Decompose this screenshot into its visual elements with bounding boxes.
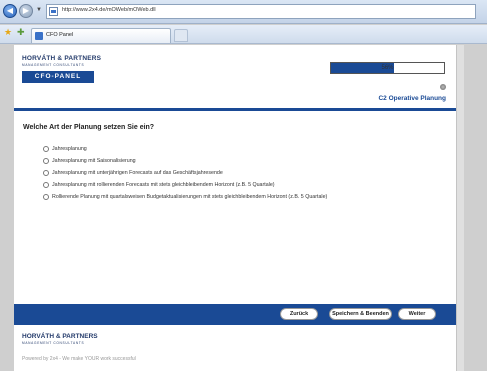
tab-title: CFO Panel bbox=[46, 32, 74, 38]
url-text: http://www.2x4.de/mOWeb/mOWeb.dll bbox=[62, 7, 156, 13]
option-label: Jahresplanung mit rollierenden Forecasts… bbox=[52, 182, 275, 188]
logo-name: HORVÁTH & PARTNERS bbox=[22, 55, 102, 62]
browser-window: ◀ ▶ ▼ http://www.2x4.de/mOWeb/mOWeb.dll … bbox=[0, 0, 487, 371]
logo-subtitle: MANAGEMENT CONSULTANTS bbox=[22, 63, 85, 67]
url-input[interactable]: http://www.2x4.de/mOWeb/mOWeb.dll bbox=[46, 4, 476, 19]
tab-bar: ★ ✚ CFO Panel bbox=[0, 25, 487, 44]
footer-logo: HORVÁTH & PARTNERS MANAGEMENT CONSULTANT… bbox=[22, 333, 98, 345]
panel-label: CFO-PANEL bbox=[22, 71, 94, 83]
progress-bar: 56% bbox=[330, 62, 445, 74]
print-icon[interactable] bbox=[440, 84, 446, 90]
footer-logo-name: HORVÁTH & PARTNERS bbox=[22, 333, 98, 340]
option-label: Jahresplanung bbox=[52, 146, 87, 152]
new-tab-button[interactable] bbox=[174, 29, 188, 42]
scrollbar[interactable] bbox=[456, 45, 464, 371]
save-and-exit-button[interactable]: Speichern & Beenden bbox=[329, 308, 392, 320]
history-dropdown-icon[interactable]: ▼ bbox=[36, 7, 42, 13]
button-bar: Zurück Speichern & Beenden Weiter bbox=[14, 304, 456, 325]
radio-button[interactable] bbox=[43, 170, 49, 176]
powered-by-text: Powered by 2x4 - We make YOUR work succe… bbox=[22, 356, 136, 362]
radio-button[interactable] bbox=[43, 158, 49, 164]
header-divider bbox=[14, 108, 456, 111]
section-title: C2 Operative Planung bbox=[378, 95, 446, 102]
back-button[interactable]: Zurück bbox=[280, 308, 318, 320]
add-favorites-icon[interactable]: ✚ bbox=[17, 27, 25, 38]
tab-page-icon bbox=[35, 32, 43, 40]
question-text: Welche Art der Planung setzen Sie ein? bbox=[23, 124, 155, 131]
radio-button[interactable] bbox=[43, 194, 49, 200]
address-bar: ◀ ▶ ▼ http://www.2x4.de/mOWeb/mOWeb.dll bbox=[0, 0, 487, 24]
company-logo: HORVÁTH & PARTNERS MANAGEMENT CONSULTANT… bbox=[22, 55, 102, 67]
radio-button[interactable] bbox=[43, 182, 49, 188]
progress-text: 56% bbox=[381, 65, 394, 71]
option-label: Jahresplanung mit unterjährigen Forecast… bbox=[52, 170, 223, 176]
option-label: Jahresplanung mit Saisonalisierung bbox=[52, 158, 136, 164]
option-label: Rollierende Planung mit quartalsweisen B… bbox=[52, 194, 328, 200]
favorites-star-icon[interactable]: ★ bbox=[4, 27, 12, 38]
radio-button[interactable] bbox=[43, 146, 49, 152]
forward-arrow-icon[interactable]: ▶ bbox=[19, 4, 33, 18]
page-icon bbox=[49, 7, 58, 16]
tab-cfo-panel[interactable]: CFO Panel bbox=[31, 28, 171, 43]
next-button[interactable]: Weiter bbox=[398, 308, 436, 320]
page-content: HORVÁTH & PARTNERS MANAGEMENT CONSULTANT… bbox=[14, 45, 456, 371]
footer-logo-subtitle: MANAGEMENT CONSULTANTS bbox=[22, 341, 85, 345]
back-arrow-icon[interactable]: ◀ bbox=[3, 4, 17, 18]
